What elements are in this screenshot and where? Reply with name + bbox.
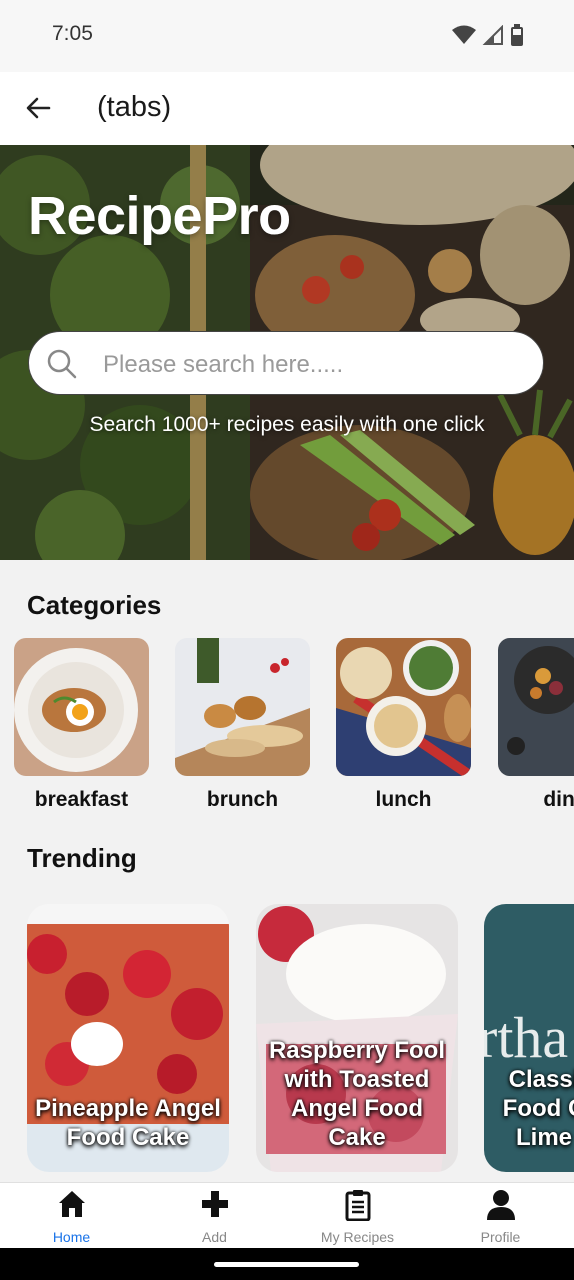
- wifi-icon: [452, 25, 476, 44]
- categories-heading: Categories: [27, 590, 162, 620]
- nav-label: Home: [52, 1229, 91, 1245]
- status-bar: 7:05: [0, 0, 574, 72]
- hero-subtitle: Search 1000+ recipes easily with one cli…: [89, 413, 485, 436]
- categories-list: breakfast brunch lunch dinn: [14, 638, 574, 818]
- trending-card[interactable]: Raspberry Fool with Toasted Angel Food C…: [256, 904, 458, 1172]
- category-label: lunch: [375, 788, 432, 811]
- trending-card[interactable]: Pineapple Angel Food Cake: [27, 904, 229, 1172]
- category-label: dinn: [543, 788, 574, 811]
- clipboard-icon: [345, 1190, 370, 1221]
- category-label: brunch: [206, 788, 279, 811]
- page-title: (tabs): [97, 91, 172, 123]
- nav-label: My Recipes: [320, 1229, 395, 1245]
- nav-item-home[interactable]: Home: [0, 1183, 143, 1249]
- category-label: breakfast: [34, 788, 129, 811]
- search-input[interactable]: [101, 344, 525, 386]
- nav-item-profile[interactable]: Profile: [429, 1183, 572, 1249]
- search-bar[interactable]: [28, 331, 544, 395]
- signal-icon: [482, 25, 503, 45]
- category-item-dinner[interactable]: dinn: [498, 638, 574, 812]
- system-gesture-bar: [0, 1248, 574, 1280]
- user-icon: [486, 1190, 515, 1220]
- category-image: [175, 638, 310, 776]
- battery-icon: [511, 24, 523, 46]
- app-bar: (tabs): [0, 72, 574, 146]
- gesture-handle[interactable]: [214, 1262, 359, 1267]
- trending-heading: Trending: [27, 843, 137, 873]
- back-button[interactable]: [20, 90, 56, 126]
- category-item-breakfast[interactable]: breakfast: [14, 638, 149, 812]
- plus-icon: [201, 1191, 228, 1217]
- status-time: 7:05: [52, 22, 93, 45]
- category-image: [498, 638, 574, 776]
- trending-card-overlay-text: rtha: [484, 1005, 569, 1070]
- nav-label: Add: [202, 1229, 227, 1245]
- status-icons: [452, 24, 524, 46]
- trending-card[interactable]: rtha Classi Food C Lime: [484, 904, 574, 1172]
- trending-card-title: Raspberry Fool with Toasted Angel Food C…: [268, 1037, 446, 1151]
- nav-label: Profile: [480, 1229, 521, 1245]
- category-image: [14, 638, 149, 776]
- arrow-left-icon: [26, 97, 51, 119]
- category-item-brunch[interactable]: brunch: [175, 638, 310, 812]
- home-icon: [58, 1191, 85, 1217]
- hero-banner: RecipePro Search 1000+ recipes easily wi…: [0, 145, 574, 560]
- trending-card-title: Pineapple Angel Food Cake: [35, 1095, 221, 1151]
- search-icon: [47, 349, 77, 379]
- trending-card-title: Classi Food C Lime: [502, 1066, 574, 1151]
- app-name-heading: RecipePro: [28, 186, 291, 246]
- trending-list: Pineapple Angel Food Cake Raspberry Fool…: [27, 904, 574, 1174]
- nav-item-add[interactable]: Add: [143, 1183, 286, 1249]
- bottom-navigation: Home Add My Recipes Profile: [0, 1182, 574, 1249]
- nav-item-my-recipes[interactable]: My Recipes: [286, 1183, 429, 1249]
- category-image: [336, 638, 471, 776]
- category-item-lunch[interactable]: lunch: [336, 638, 471, 812]
